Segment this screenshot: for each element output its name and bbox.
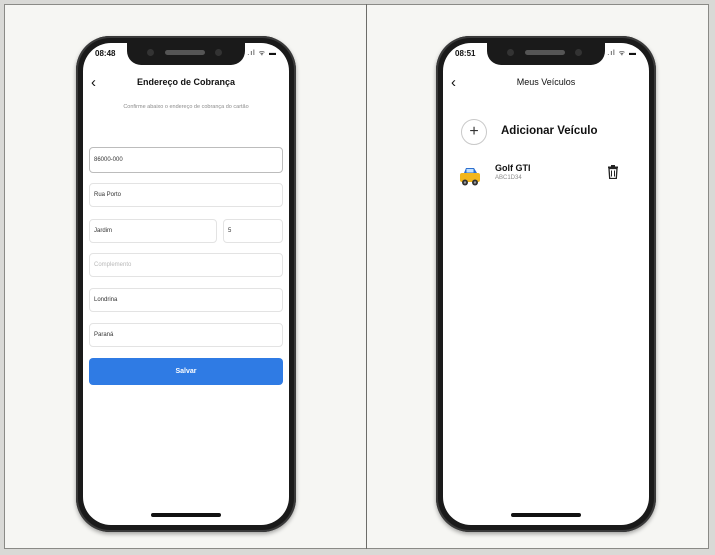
home-indicator bbox=[151, 513, 221, 517]
sensor-icon bbox=[507, 49, 514, 56]
phone-notch bbox=[127, 43, 245, 65]
camera-icon bbox=[215, 49, 222, 56]
cep-field[interactable]: 86000-000 bbox=[89, 147, 283, 173]
camera-icon bbox=[575, 49, 582, 56]
status-icons: .ıl ᯤ ▬ bbox=[607, 50, 637, 57]
add-vehicle-label: Adicionar Veículo bbox=[501, 125, 598, 137]
billing-address-screen: 08:48 .ıl ᯤ ▬ ‹ Endereço de Cobrança Con… bbox=[83, 43, 289, 525]
phone-notch bbox=[487, 43, 605, 65]
page-subtitle: Confirme abaixo o endereço de cobrança d… bbox=[123, 104, 249, 110]
speaker-icon bbox=[165, 50, 205, 55]
nav-bar: ‹ Endereço de Cobrança bbox=[83, 73, 289, 95]
add-vehicle-button[interactable]: + Adicionar Veículo bbox=[457, 117, 639, 147]
car-icon bbox=[460, 168, 480, 186]
city-field[interactable]: Londrina bbox=[89, 288, 283, 312]
my-vehicles-screen: 08:51 .ıl ᯤ ▬ ‹ Meus Veículos + Adiciona… bbox=[443, 43, 649, 525]
state-field[interactable]: Paraná bbox=[89, 323, 283, 347]
home-indicator bbox=[511, 513, 581, 517]
number-field[interactable]: 5 bbox=[223, 219, 283, 243]
vehicle-list-item[interactable]: Golf GTI ABC1D34 bbox=[457, 161, 639, 191]
speaker-icon bbox=[525, 50, 565, 55]
street-field[interactable]: Rua Porto bbox=[89, 183, 283, 207]
neighborhood-field[interactable]: Jardim bbox=[89, 219, 217, 243]
page-title: Meus Veículos bbox=[516, 77, 576, 87]
complement-field[interactable]: Complemento bbox=[89, 253, 283, 277]
right-phone-frame: 08:51 .ıl ᯤ ▬ ‹ Meus Veículos + Adiciona… bbox=[436, 36, 656, 532]
sensor-icon bbox=[147, 49, 154, 56]
save-button[interactable]: Salvar bbox=[89, 358, 283, 385]
trash-icon[interactable] bbox=[607, 165, 619, 179]
nav-bar: ‹ Meus Veículos bbox=[443, 73, 649, 95]
plus-icon[interactable]: + bbox=[461, 119, 487, 145]
status-time: 08:51 bbox=[455, 49, 476, 58]
page-title: Endereço de Cobrança bbox=[136, 77, 236, 87]
panel-divider bbox=[366, 4, 367, 549]
status-icons: .ıl ᯤ ▬ bbox=[247, 50, 277, 57]
status-time: 08:48 bbox=[95, 49, 116, 58]
left-phone-frame: 08:48 .ıl ᯤ ▬ ‹ Endereço de Cobrança Con… bbox=[76, 36, 296, 532]
vehicle-name: Golf GTI bbox=[495, 163, 531, 173]
vehicle-plate: ABC1D34 bbox=[495, 175, 522, 181]
